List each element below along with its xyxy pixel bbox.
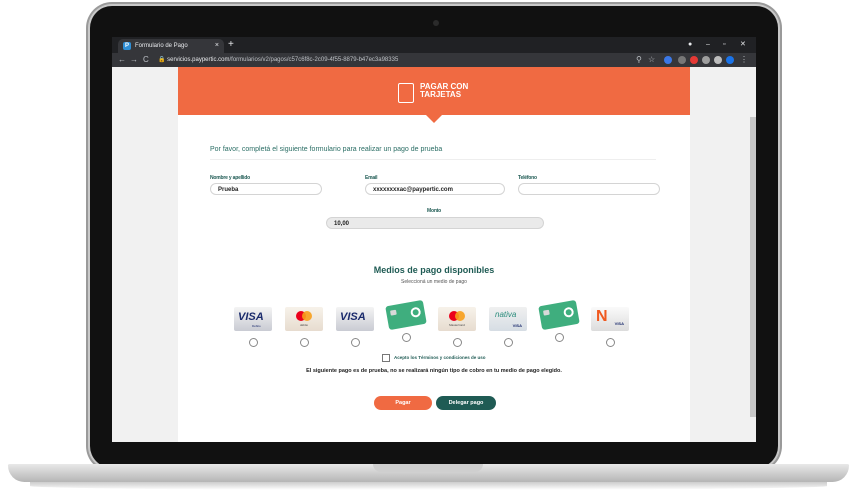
scroll-thumb[interactable] <box>750 117 756 417</box>
tab-close-icon[interactable]: × <box>215 39 219 53</box>
naranja-logo: N <box>596 308 608 325</box>
naranja-visa-card[interactable]: N VISA <box>591 307 629 331</box>
banner-arrow <box>426 115 442 123</box>
terms-checkbox[interactable] <box>382 354 390 362</box>
payment-radio[interactable] <box>402 333 411 342</box>
green-card-1[interactable] <box>385 299 427 331</box>
url-host: servicios.paypertic.com <box>167 57 230 63</box>
forward-icon[interactable]: → <box>130 53 138 67</box>
terms-label[interactable]: Acepto los Términos y condiciones de uso <box>394 355 486 360</box>
laptop-notch <box>373 464 483 472</box>
payment-form-card: PAGAR CON TARJETAS Por favor, completá e… <box>178 67 690 442</box>
maximize-icon[interactable]: ▫ <box>723 37 725 53</box>
amount-label: Monto <box>427 208 441 214</box>
profile-icon[interactable]: ● <box>688 37 692 53</box>
visa-logo: VISA <box>238 311 264 323</box>
payment-radio[interactable] <box>300 338 309 347</box>
payment-radio[interactable] <box>351 338 360 347</box>
phone-label: Teléfono <box>518 175 537 181</box>
form-intro: Por favor, completá el siguiente formula… <box>210 146 443 153</box>
extension-icon[interactable] <box>664 56 672 64</box>
payment-radio[interactable] <box>606 338 615 347</box>
header-banner: PAGAR CON TARJETAS <box>178 67 690 115</box>
scrollbar[interactable] <box>750 67 756 442</box>
amount-field[interactable]: 10,00 <box>326 217 544 229</box>
extension-icon[interactable] <box>690 56 698 64</box>
browser-tab[interactable]: P Formulario de Pago × <box>118 39 224 53</box>
card-hand-icon <box>398 83 414 103</box>
banner-title-line2: TARJETAS <box>420 90 462 99</box>
url-field[interactable]: 🔒 servicios.paypertic.com/formularios/v2… <box>158 54 632 66</box>
close-window-icon[interactable]: ✕ <box>740 37 746 53</box>
mastercard-sub: MasterCard <box>449 323 465 327</box>
page-content: PAGAR CON TARJETAS Por favor, completá e… <box>112 67 756 442</box>
ring-icon <box>562 306 575 319</box>
mastercard-credit-card[interactable]: MasterCard <box>438 307 476 331</box>
tab-title: Formulario de Pago <box>135 43 188 49</box>
visa-debit-sub: Débito <box>252 324 261 328</box>
visa-logo: VISA <box>340 311 366 323</box>
payment-radio[interactable] <box>453 338 462 347</box>
extension-icon[interactable] <box>702 56 710 64</box>
chip-icon <box>390 309 397 316</box>
visa-credit-card[interactable]: VISA <box>336 307 374 331</box>
email-field[interactable]: xxxxxxxxac@paypertic.com <box>365 183 505 195</box>
nativa-visa-card[interactable]: nativa VISA <box>489 307 527 331</box>
test-disclaimer: El siguiente pago es de prueba, no se re… <box>306 368 562 374</box>
banner-title: PAGAR CON TARJETAS <box>420 83 480 99</box>
ring-icon <box>409 306 422 319</box>
payment-radio[interactable] <box>555 333 564 342</box>
visa-logo: VISA <box>614 321 624 326</box>
divider <box>210 159 656 160</box>
star-icon[interactable]: ☆ <box>648 53 655 67</box>
address-bar: ← → C 🔒 servicios.paypertic.com/formular… <box>112 53 756 67</box>
minimize-icon[interactable]: – <box>706 37 710 53</box>
paypertic-logo-icon: P <box>123 42 131 50</box>
email-label: Email <box>365 175 378 181</box>
tab-bar: P Formulario de Pago × + ● – ▫ ✕ <box>112 37 756 53</box>
mastercard-debit-sub: débito <box>299 323 309 327</box>
menu-icon[interactable]: ⋮ <box>740 53 748 67</box>
visa-debit-card[interactable]: VISA Débito <box>234 307 272 331</box>
laptop-shadow <box>30 482 827 490</box>
name-label: Nombre y apellido <box>210 175 250 181</box>
payment-methods-title: Medios de pago disponibles <box>373 265 495 275</box>
camera-icon <box>433 20 439 26</box>
payment-methods-subtitle: Seleccioná un medio de pago <box>401 279 467 285</box>
payment-radio[interactable] <box>249 338 258 347</box>
new-tab-button[interactable]: + <box>228 37 234 53</box>
pay-button[interactable]: Pagar <box>374 396 432 410</box>
reload-icon[interactable]: C <box>143 53 149 67</box>
mastercard-debit-card[interactable]: débito <box>285 307 323 331</box>
nativa-logo: nativa <box>495 310 517 319</box>
chip-icon <box>543 309 550 316</box>
lock-icon: 🔒 <box>158 57 168 63</box>
url-path: /formularios/v2/pagos/c57c6f8c-2c09-4f55… <box>229 57 399 63</box>
visa-logo: VISA <box>512 323 522 328</box>
phone-field[interactable] <box>518 183 660 195</box>
avatar[interactable] <box>726 56 734 64</box>
green-card-2[interactable] <box>538 299 580 331</box>
payment-radio[interactable] <box>504 338 513 347</box>
extension-icon[interactable] <box>678 56 686 64</box>
screen: P Formulario de Pago × + ● – ▫ ✕ ← → C 🔒… <box>112 37 756 442</box>
back-icon[interactable]: ← <box>118 53 126 67</box>
name-field[interactable]: Prueba <box>210 183 322 195</box>
search-icon[interactable]: ⚲ <box>636 53 642 67</box>
delegate-payment-button[interactable]: Delegar pago <box>436 396 496 410</box>
puzzle-icon[interactable] <box>714 56 722 64</box>
